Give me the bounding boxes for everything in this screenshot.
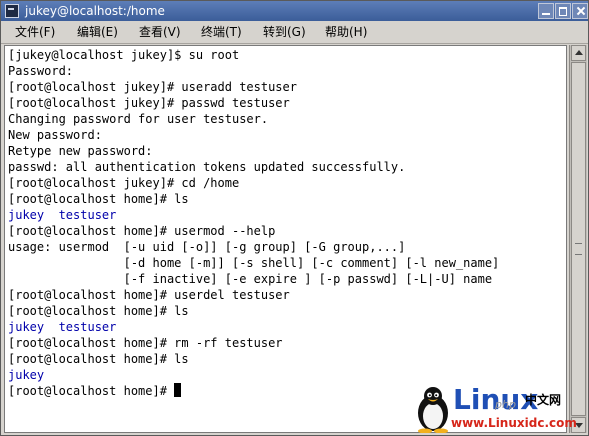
- menu-bar: 文件(F) 编辑(E) 查看(V) 终端(T) 转到(G) 帮助(H): [1, 21, 588, 44]
- terminal-window: jukey@localhost:/home 文件(F) 编辑(E) 查看(V) …: [0, 0, 589, 436]
- minimize-icon[interactable]: [538, 3, 554, 19]
- terminal-line: [root@localhost home]# userdel testuser: [8, 288, 290, 302]
- close-icon[interactable]: [572, 3, 588, 19]
- menu-view[interactable]: 查看(V): [139, 23, 181, 41]
- maximize-icon[interactable]: [555, 3, 571, 19]
- terminal-line: New password:: [8, 128, 102, 142]
- terminal-line: [root@localhost home]# ls: [8, 352, 189, 366]
- terminal-line: [root@localhost home]# ls: [8, 304, 189, 318]
- directory-listing: jukey: [8, 368, 45, 382]
- penguin-logo-icon: [418, 387, 448, 433]
- terminal-line: Retype new password:: [8, 144, 153, 158]
- terminal-line: Changing password for user testuser.: [8, 112, 269, 126]
- menu-terminal[interactable]: 终端(T): [201, 23, 242, 41]
- terminal-app-icon: [5, 4, 19, 18]
- directory-listing: jukey testuser: [8, 320, 117, 334]
- menu-go[interactable]: 转到(G): [263, 23, 306, 41]
- scroll-up-icon[interactable]: [571, 45, 586, 61]
- terminal-line: [root@localhost home]# usermod --help: [8, 224, 276, 238]
- grip-icon: [575, 243, 582, 255]
- terminal-line: [root@localhost jukey]# passwd testuser: [8, 96, 290, 110]
- menu-file[interactable]: 文件(F): [15, 23, 55, 41]
- title-bar[interactable]: jukey@localhost:/home: [1, 1, 588, 21]
- watermark-php: php: [495, 398, 516, 411]
- menu-edit[interactable]: 编辑(E): [77, 23, 118, 41]
- prompt-line: [root@localhost home]#: [8, 383, 182, 399]
- terminal-line: [root@localhost home]# ls: [8, 192, 189, 206]
- text-cursor: [174, 383, 182, 397]
- vertical-scrollbar[interactable]: [569, 45, 587, 433]
- terminal-line: passwd: all authentication tokens update…: [8, 160, 406, 174]
- prompt-text: [root@localhost home]#: [8, 384, 175, 398]
- watermark-url: www.Linuxidc.com: [451, 416, 577, 430]
- directory-listing: jukey testuser: [8, 208, 117, 222]
- terminal-line: [root@localhost jukey]# useradd testuser: [8, 80, 297, 94]
- menu-help[interactable]: 帮助(H): [325, 23, 367, 41]
- watermark-cn: 中文网: [525, 393, 562, 407]
- terminal-line: [root@localhost home]# rm -rf testuser: [8, 336, 283, 350]
- scrollbar-thumb[interactable]: [571, 62, 586, 416]
- terminal-output[interactable]: [jukey@localhost jukey]$ su root Passwor…: [4, 45, 567, 433]
- terminal-line: [-d home [-m]] [-s shell] [-c comment] […: [8, 256, 500, 270]
- terminal-line: [-f inactive] [-e expire ] [-p passwd] […: [8, 272, 493, 286]
- terminal-line: [jukey@localhost jukey]$ su root: [8, 48, 240, 62]
- terminal-line: [root@localhost jukey]# cd /home: [8, 176, 240, 190]
- window-title: jukey@localhost:/home: [25, 4, 165, 18]
- terminal-line: usage: usermod [-u uid [-o]] [-g group] …: [8, 240, 406, 254]
- watermark: Linux php 中文网 www.Linuxidc.com: [411, 383, 587, 435]
- terminal-line: Password:: [8, 64, 74, 78]
